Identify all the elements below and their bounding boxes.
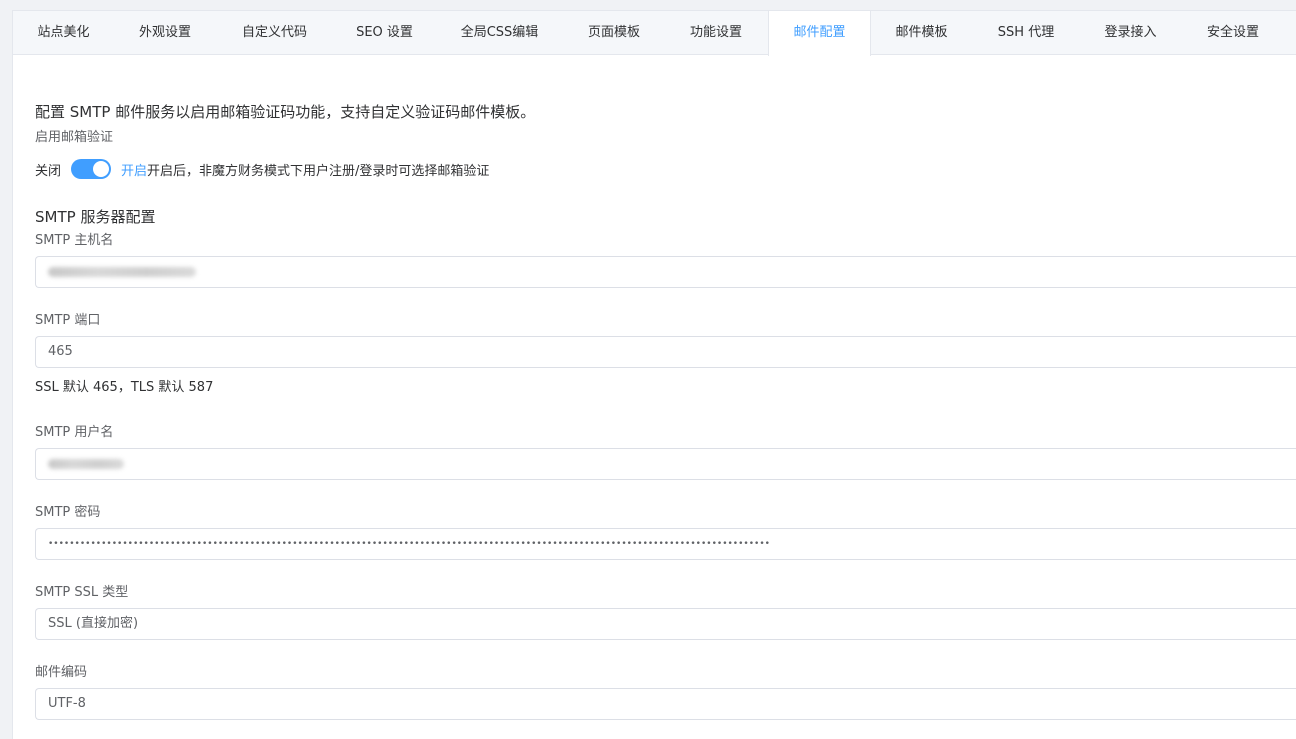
- tab-site-beautify[interactable]: 站点美化: [13, 11, 115, 55]
- smtp-ssl-type-select[interactable]: SSL (直接加密): [35, 608, 1296, 640]
- smtp-host-input[interactable]: [35, 256, 1296, 288]
- tab-features[interactable]: 功能设置: [665, 11, 768, 55]
- smtp-username-input[interactable]: [35, 448, 1296, 480]
- redacted-username-value: [48, 458, 124, 469]
- mail-encoding-select[interactable]: UTF-8: [35, 688, 1296, 720]
- smtp-port-label: SMTP 端口: [35, 313, 101, 328]
- toggle-knob: [93, 161, 110, 177]
- smtp-ssl-type-label: SMTP SSL 类型: [35, 585, 129, 600]
- smtp-section-title: SMTP 服务器配置: [35, 208, 156, 226]
- tab-mail-config[interactable]: 邮件配置: [768, 11, 871, 56]
- email-verify-label: 启用邮箱验证: [35, 130, 114, 145]
- smtp-port-input[interactable]: 465: [35, 336, 1296, 368]
- smtp-password-input[interactable]: ••••••••••••••••••••••••••••••••••••••••…: [35, 528, 1296, 560]
- email-verify-description: 开启后，非魔方财务模式下用户注册/登录时可选择邮箱验证: [147, 163, 490, 179]
- smtp-password-label: SMTP 密码: [35, 505, 101, 520]
- switch-on-label[interactable]: 开启: [121, 160, 147, 179]
- switch-off-label[interactable]: 关闭: [35, 160, 61, 179]
- tab-security[interactable]: 安全设置: [1182, 11, 1285, 55]
- settings-tabs: 站点美化 外观设置 自定义代码 SEO 设置 全局CSS编辑 页面模板 功能设置…: [13, 11, 1296, 56]
- email-verify-toggle[interactable]: [71, 159, 112, 179]
- tab-custom-code[interactable]: 自定义代码: [216, 11, 334, 55]
- smtp-host-label: SMTP 主机名: [35, 233, 114, 248]
- tab-seo[interactable]: SEO 设置: [334, 11, 436, 55]
- intro-text: 配置 SMTP 邮件服务以启用邮箱验证码功能，支持自定义验证码邮件模板。: [35, 103, 536, 121]
- settings-panel: 站点美化 外观设置 自定义代码 SEO 设置 全局CSS编辑 页面模板 功能设置…: [12, 10, 1296, 739]
- tab-mail-templates[interactable]: 邮件模板: [871, 11, 973, 55]
- tab-global-css[interactable]: 全局CSS编辑: [436, 11, 564, 55]
- redacted-host-value: [48, 266, 196, 277]
- tab-login-access[interactable]: 登录接入: [1080, 11, 1182, 55]
- smtp-username-label: SMTP 用户名: [35, 425, 114, 440]
- tab-appearance[interactable]: 外观设置: [115, 11, 216, 55]
- smtp-port-hint: SSL 默认 465，TLS 默认 587: [35, 380, 214, 395]
- tab-page-templates[interactable]: 页面模板: [564, 11, 665, 55]
- email-verify-switch-row: 关闭 开启 开启后，非魔方财务模式下用户注册/登录时可选择邮箱验证: [35, 159, 489, 179]
- tab-ssh-proxy[interactable]: SSH 代理: [973, 11, 1080, 55]
- mail-encoding-label: 邮件编码: [35, 665, 88, 680]
